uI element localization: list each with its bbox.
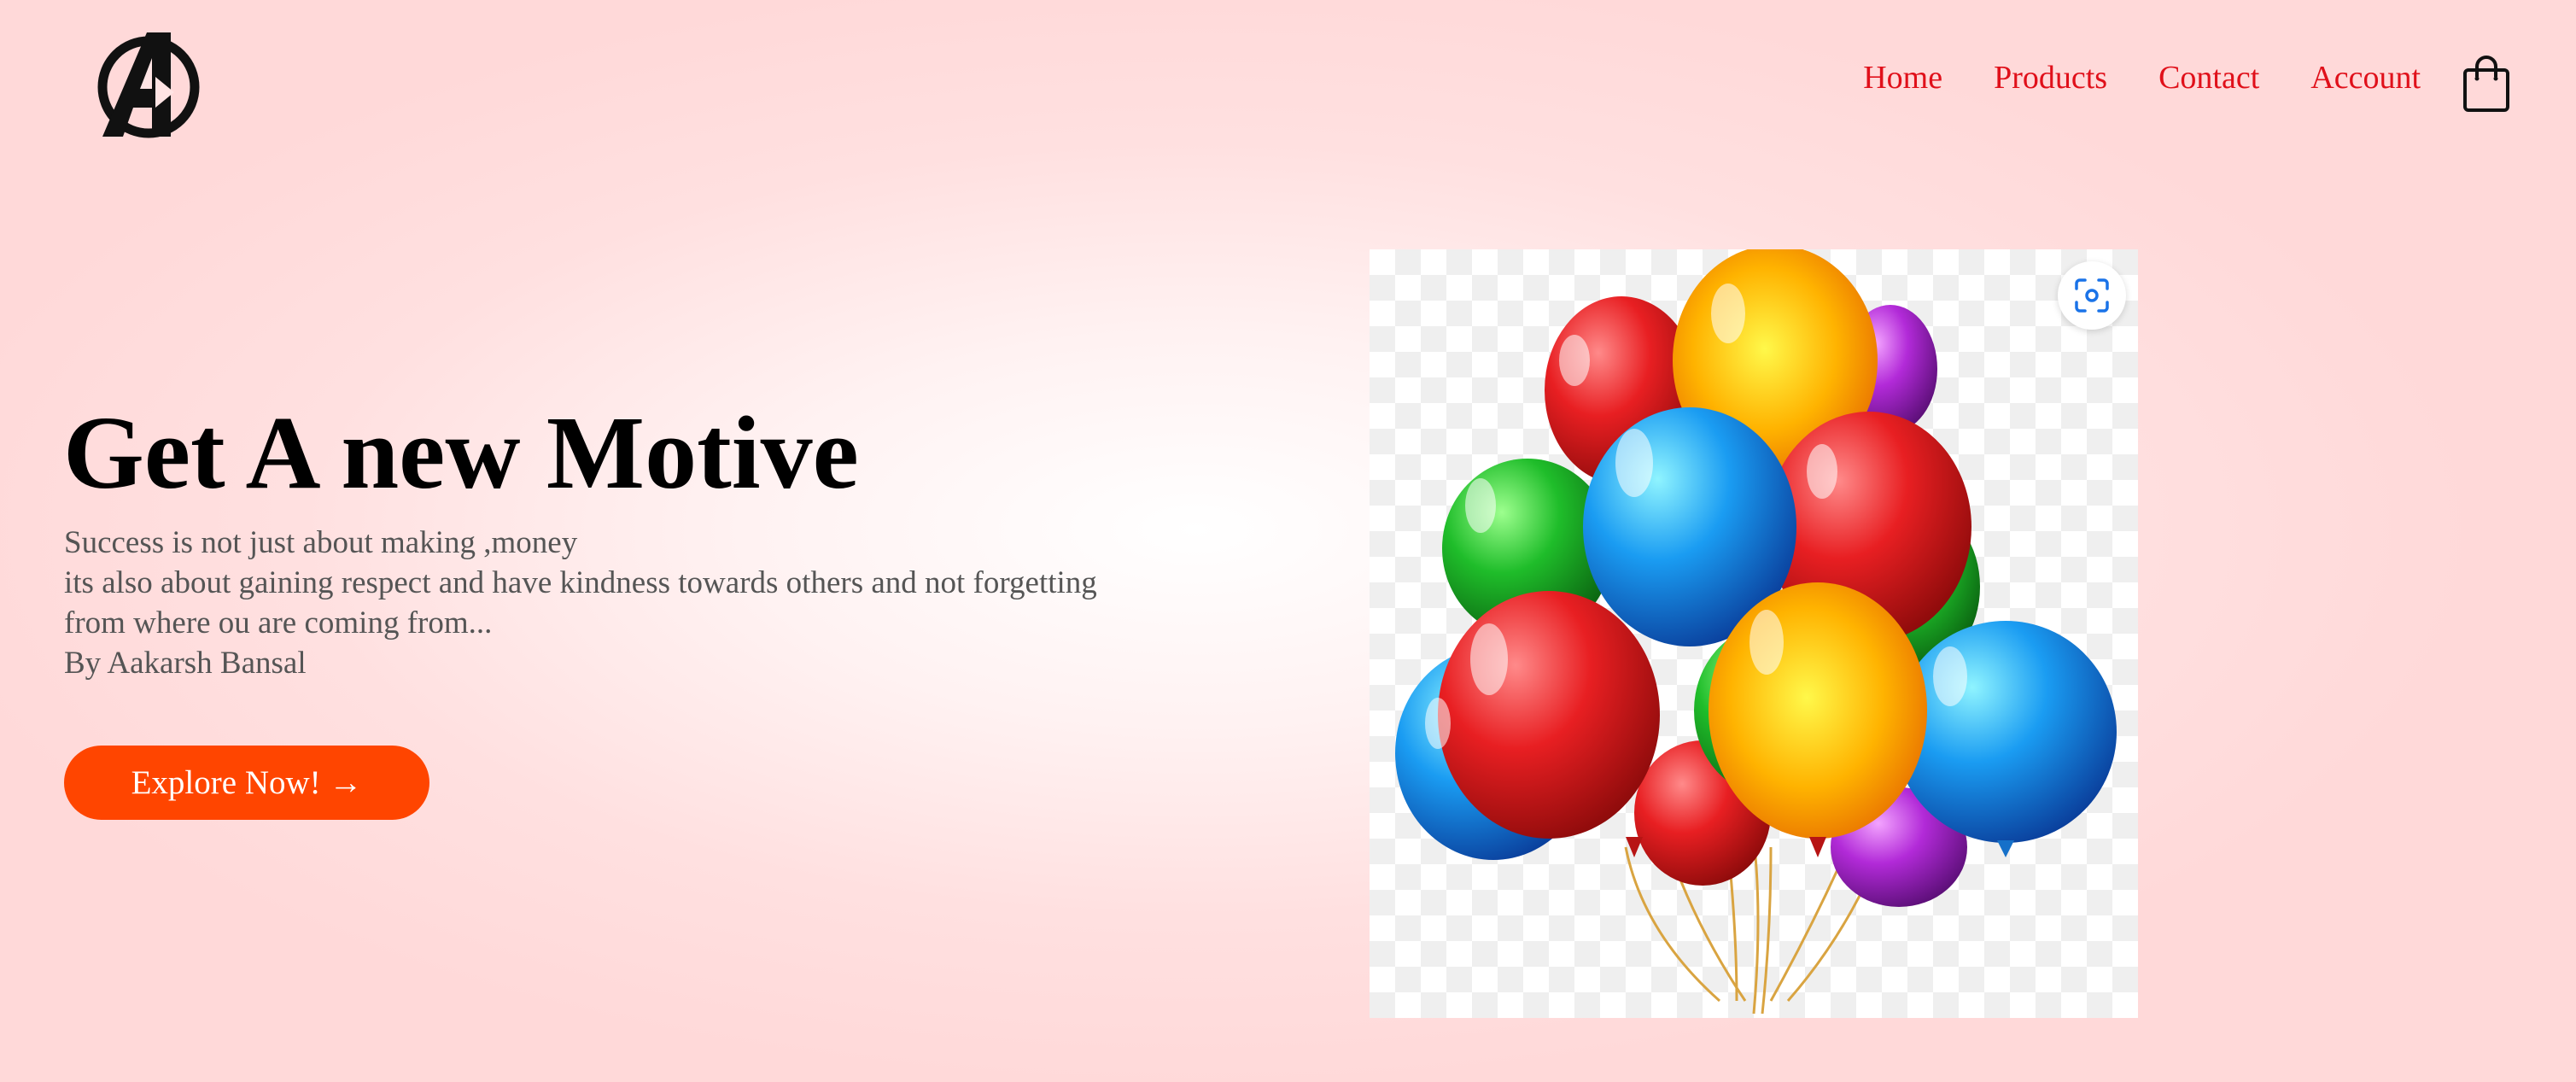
main-nav: Home Products Contact Account [1863, 61, 2421, 94]
visual-search-icon [2075, 278, 2109, 313]
hero-line-3: from where ou are coming from... [64, 605, 493, 640]
nav-contact[interactable]: Contact [2158, 61, 2259, 94]
nav-products[interactable]: Products [1994, 61, 2107, 94]
hero-line-1: Success is not just about making ,money [64, 525, 578, 560]
visual-search-button[interactable] [2058, 261, 2126, 330]
nav-account[interactable]: Account [2310, 61, 2421, 94]
balloons-image [1370, 249, 2138, 1018]
hero-author: By Aakarsh Bansal [64, 646, 307, 681]
explore-now-button[interactable]: Explore Now! → [64, 746, 429, 820]
avengers-logo-icon[interactable] [92, 27, 205, 140]
balloons-illustration [1395, 249, 2117, 1015]
shopping-bag-icon[interactable] [2462, 55, 2510, 113]
nav-home[interactable]: Home [1863, 61, 1942, 94]
hero-title: Get A new Motive [63, 395, 859, 511]
hero-line-2: its also about gaining respect and have … [64, 565, 1097, 600]
hero-description: Success is not just about making ,money … [64, 523, 1097, 683]
